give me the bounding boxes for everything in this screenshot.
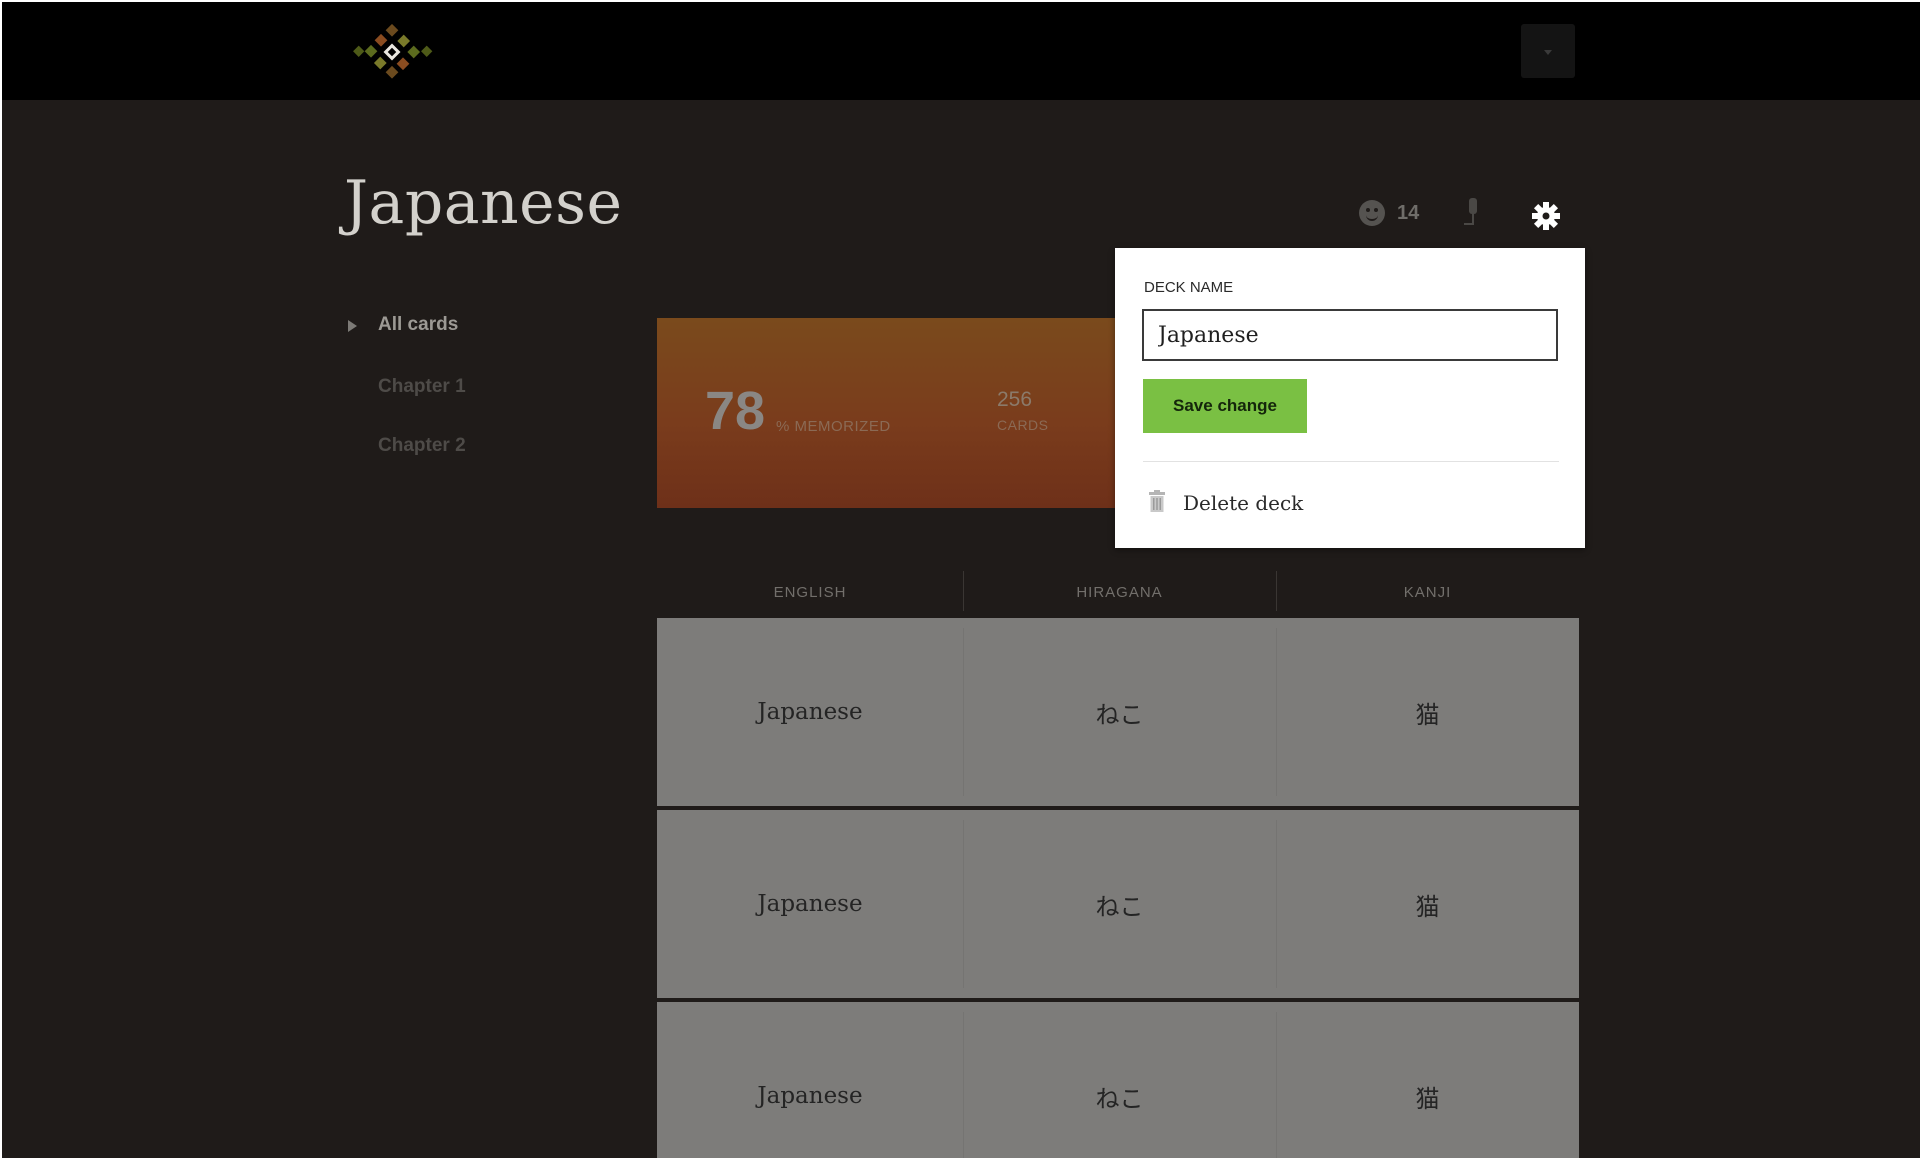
memorized-percent: 78 <box>705 381 766 441</box>
column-header-kanji[interactable]: KANJI <box>1276 584 1579 601</box>
deck-name-label: DECK NAME <box>1144 279 1234 296</box>
sidebar-item-all-cards[interactable]: All cards <box>378 314 458 336</box>
app-window: Japanese 14 All cards Chapter 1 Chapter … <box>2 2 1920 1158</box>
microphone-icon[interactable] <box>1462 198 1480 230</box>
table-row[interactable]: Japanese ねこ 猫 <box>657 810 1579 998</box>
deck-name-input[interactable] <box>1142 309 1558 361</box>
delete-deck-link[interactable]: Delete deck <box>1183 491 1303 515</box>
save-change-button[interactable]: Save change <box>1143 379 1307 433</box>
cards-label: CARDS <box>997 417 1049 433</box>
cell-english: Japanese <box>757 1083 863 1109</box>
cell-hiragana: ねこ <box>1095 892 1144 921</box>
sidebar-item-chapter-1[interactable]: Chapter 1 <box>378 376 466 398</box>
divider <box>1143 461 1559 462</box>
cell-hiragana: ねこ <box>1095 700 1144 729</box>
cell-hiragana: ねこ <box>1095 1084 1144 1113</box>
cell-english: Japanese <box>757 891 863 917</box>
smiley-icon <box>1359 200 1385 226</box>
cards-count: 256 <box>997 388 1033 411</box>
trash-icon[interactable] <box>1149 490 1165 512</box>
cell-english: Japanese <box>757 699 863 725</box>
cell-kanji: 猫 <box>1415 892 1440 921</box>
top-bar <box>2 2 1920 100</box>
stats-card: 78 % MEMORIZED 256 CARDS <box>657 318 1119 508</box>
deck-settings-popover: DECK NAME Save change Delete deck <box>1115 248 1585 548</box>
gear-icon[interactable] <box>1531 201 1561 231</box>
memorized-label: % MEMORIZED <box>776 418 891 435</box>
account-menu-button[interactable] <box>1521 24 1575 78</box>
cell-kanji: 猫 <box>1415 700 1440 729</box>
cell-kanji: 猫 <box>1415 1084 1440 1113</box>
diamond-logo-icon[interactable] <box>347 24 437 80</box>
column-header-english[interactable]: ENGLISH <box>657 584 963 601</box>
column-header-hiragana[interactable]: HIRAGANA <box>963 584 1276 601</box>
caret-down-icon <box>1544 50 1552 55</box>
table-row[interactable]: Japanese ねこ 猫 <box>657 1002 1579 1158</box>
smile-count: 14 <box>1397 202 1420 224</box>
table-row[interactable]: Japanese ねこ 猫 <box>657 618 1579 806</box>
deck-title: Japanese <box>344 168 623 238</box>
expand-arrow-icon <box>348 320 357 332</box>
sidebar-item-chapter-2[interactable]: Chapter 2 <box>378 435 466 457</box>
